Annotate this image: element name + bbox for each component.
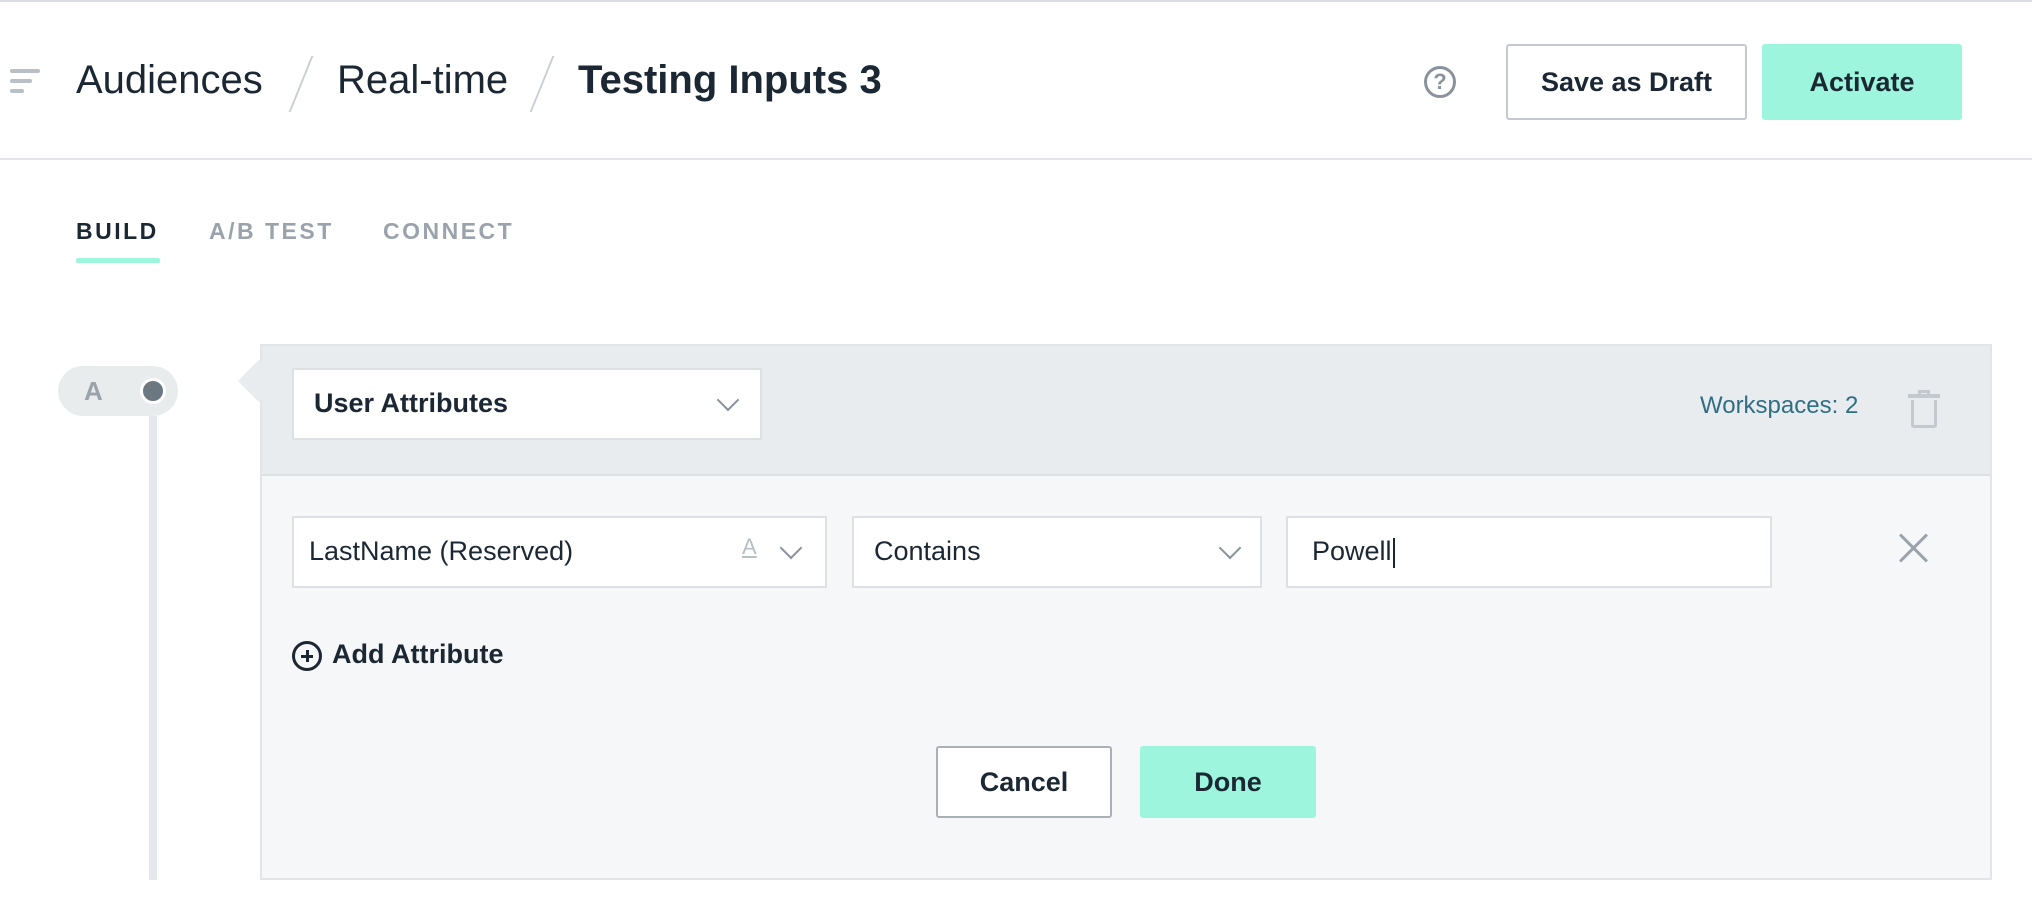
sidebar-toggle-icon[interactable] xyxy=(10,69,40,95)
tab-ab-test[interactable]: A/B TEST xyxy=(209,218,334,245)
breadcrumb-audiences[interactable]: Audiences xyxy=(76,54,263,106)
attribute-select[interactable]: LastName (Reserved) A xyxy=(292,516,827,588)
cancel-button[interactable]: Cancel xyxy=(936,746,1112,818)
done-button[interactable]: Done xyxy=(1140,746,1316,818)
activate-button[interactable]: Activate xyxy=(1762,44,1962,120)
operator-select[interactable]: Contains xyxy=(852,516,1262,588)
chevron-down-icon xyxy=(779,536,803,560)
attribute-value: LastName (Reserved) xyxy=(309,536,574,566)
save-as-draft-button[interactable]: Save as Draft xyxy=(1506,44,1747,120)
help-icon[interactable]: ? xyxy=(1424,66,1456,98)
breadcrumb-real-time[interactable]: Real-time xyxy=(337,54,508,106)
workspaces-link[interactable]: Workspaces: 2 xyxy=(1700,392,1858,420)
active-tab-indicator xyxy=(76,258,160,263)
condition-node-dot xyxy=(140,378,166,404)
page-title: Testing Inputs 3 xyxy=(578,58,882,102)
plus-circle-icon xyxy=(292,641,322,671)
condition-type-value: User Attributes xyxy=(314,388,509,418)
tab-build[interactable]: BUILD xyxy=(76,218,159,245)
condition-group-letter: A xyxy=(84,376,103,406)
text-type-icon: A xyxy=(742,534,757,559)
breadcrumb-separator xyxy=(529,56,555,112)
condition-type-select[interactable]: User Attributes xyxy=(292,368,762,440)
page-header: Audiences Real-time Testing Inputs 3 ? S… xyxy=(0,2,2032,160)
chevron-down-icon xyxy=(716,388,740,412)
condition-timeline-line xyxy=(149,416,157,880)
text-caret xyxy=(1392,537,1395,568)
tab-connect[interactable]: CONNECT xyxy=(383,218,514,245)
attribute-value-input[interactable]: Powell xyxy=(1286,516,1772,588)
trash-icon[interactable] xyxy=(1908,390,1940,428)
chevron-down-icon xyxy=(1218,536,1242,560)
input-text: Powell xyxy=(1312,536,1392,566)
breadcrumb-separator xyxy=(288,56,314,112)
close-icon[interactable] xyxy=(1898,532,1930,564)
operator-value: Contains xyxy=(874,536,981,566)
add-attribute-label: Add Attribute xyxy=(332,639,504,669)
